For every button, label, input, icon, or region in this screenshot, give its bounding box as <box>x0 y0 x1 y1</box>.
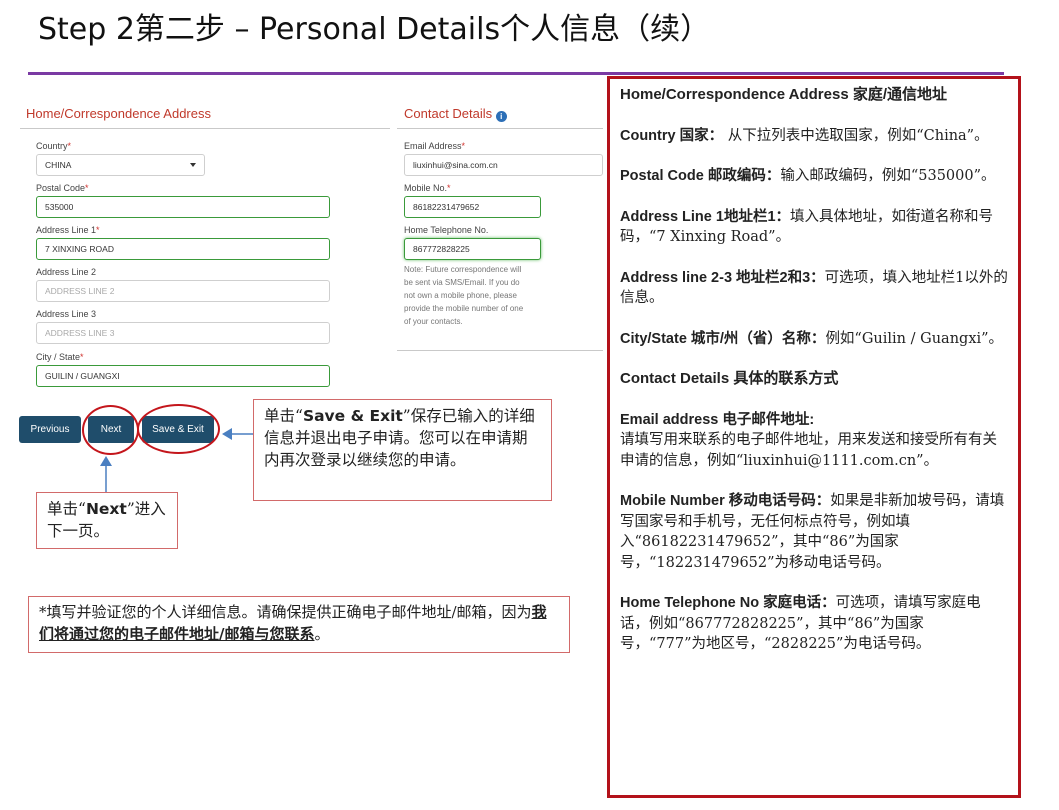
panel-item-address-line-1: Address Line 1地址栏1：填入具体地址，如街道名称和号码，“7 Xi… <box>620 208 994 246</box>
mobile-label: Mobile No.* <box>404 183 451 193</box>
correspondence-note: Note: Future correspondence will be sent… <box>404 265 524 326</box>
next-callout: 单击“Next”进入下一页。 <box>36 492 178 549</box>
address-line-2-label: Address Line 2 <box>36 267 97 277</box>
email-input[interactable]: liuxinhui@sina.com.cn <box>404 154 603 176</box>
up-arrow-icon <box>100 456 112 496</box>
country-label: Country* <box>36 141 72 151</box>
save-exit-highlight-ring <box>137 404 220 454</box>
panel-item-city-state: City/State 城市/州（省）名称：例如“Guilin / Guangxi… <box>620 330 1004 347</box>
panel-item-mobile: Mobile Number 移动电话号码：如果是非新加坡号码，请填写国家号和手机… <box>620 493 1005 571</box>
email-label: Email Address* <box>404 141 466 151</box>
chevron-down-icon <box>190 163 196 167</box>
slide-title: Step 2第二步 – Personal Details个人信息（续） <box>38 12 711 47</box>
address-section-title: Home/Correspondence Address <box>26 106 211 121</box>
info-icon[interactable]: i <box>495 111 507 122</box>
contact-section-title: Contact Details i <box>404 106 507 122</box>
mobile-input[interactable]: 86182231479652 <box>404 196 541 218</box>
country-select[interactable]: CHINA <box>36 154 205 176</box>
next-highlight-ring <box>82 405 139 455</box>
postal-code-input[interactable]: 535000 <box>36 196 330 218</box>
panel-heading: Home/Correspondence Address 家庭/通信地址 <box>620 86 948 103</box>
left-arrow-icon <box>222 428 254 440</box>
contact-section-rule <box>397 128 603 129</box>
home-phone-input[interactable]: 867772828225 <box>404 238 541 260</box>
contact-bottom-rule <box>397 350 603 351</box>
address-line-1-label: Address Line 1* <box>36 225 100 235</box>
panel-contact-heading: Contact Details 具体的联系方式 <box>620 370 839 387</box>
verify-note-callout: *填写并验证您的个人详细信息。请确保提供正确电子邮件地址/邮箱，因为我们将通过您… <box>28 596 570 653</box>
home-phone-label: Home Telephone No. <box>404 225 489 235</box>
address-section-rule <box>20 128 390 129</box>
save-exit-callout: 单击“Save & Exit”保存已输入的详细信息并退出电子申请。您可以在申请期… <box>253 399 552 501</box>
panel-item-country: Country 国家： 从下拉列表中选取国家，例如“China”。 <box>620 127 989 144</box>
address-line-3-label: Address Line 3 <box>36 309 97 319</box>
previous-button[interactable]: Previous <box>19 416 81 443</box>
postal-code-label: Postal Code* <box>36 183 89 193</box>
instruction-panel: Home/Correspondence Address 家庭/通信地址 Coun… <box>607 76 1021 798</box>
address-line-3-input[interactable]: ADDRESS LINE 3 <box>36 322 330 344</box>
panel-item-home-phone: Home Telephone No 家庭电话：可选项，请填写家庭电话，例如“86… <box>620 595 981 652</box>
city-state-label: City / State* <box>36 352 84 362</box>
address-line-2-input[interactable]: ADDRESS LINE 2 <box>36 280 330 302</box>
panel-item-address-line-2-3: Address line 2-3 地址栏2和3：可选项，填入地址栏1以外的信息。 <box>620 269 1008 307</box>
panel-item-postal-code: Postal Code 邮政编码：输入邮政编码，例如“535000”。 <box>620 168 996 184</box>
title-divider <box>28 72 1004 75</box>
panel-item-email: Email address 电子邮件地址: 请填写用来联系的电子邮件地址，用来发送… <box>620 411 997 469</box>
address-line-1-input[interactable]: 7 XINXING ROAD <box>36 238 330 260</box>
city-state-input[interactable]: GUILIN / GUANGXI <box>36 365 330 387</box>
